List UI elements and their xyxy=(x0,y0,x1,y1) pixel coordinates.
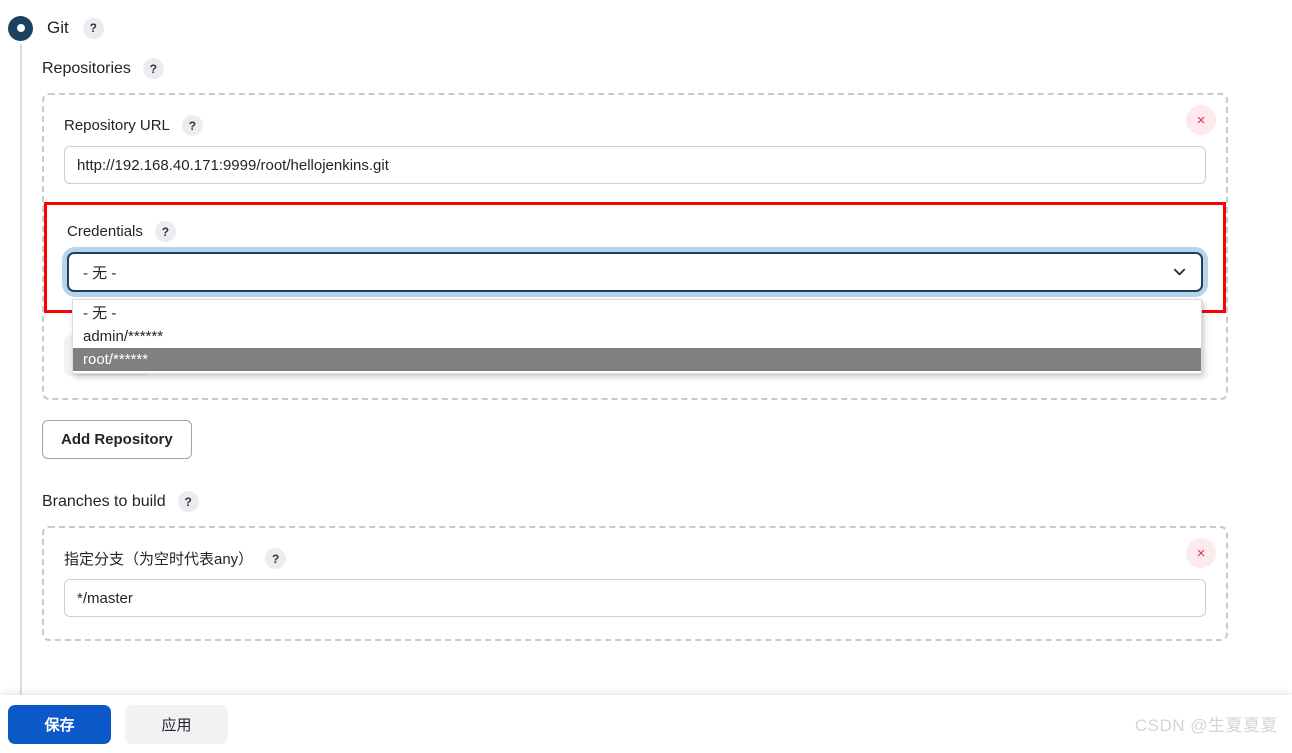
repository-url-label-row: Repository URL ? xyxy=(64,115,1206,136)
repository-block: × Repository URL ? Credentials ? - 无 - xyxy=(42,93,1228,400)
branches-label: Branches to build xyxy=(42,492,166,510)
branches-title-row: Branches to build ? xyxy=(42,491,1292,512)
repositories-title-row: Repositories ? xyxy=(42,58,1292,79)
credentials-help-icon[interactable]: ? xyxy=(154,221,176,242)
credentials-option[interactable]: admin/****** xyxy=(73,325,1201,348)
form-action-bar: 保存 应用 xyxy=(0,695,1292,753)
scm-git-option-row[interactable]: Git ? xyxy=(0,0,1292,44)
chevron-down-icon xyxy=(1172,265,1187,280)
repository-url-label: Repository URL xyxy=(64,117,170,134)
credentials-label-row: Credentials ? xyxy=(67,221,1203,242)
radio-dot-icon xyxy=(16,24,25,32)
scm-git-label: Git xyxy=(47,18,69,37)
credentials-select[interactable]: - 无 - xyxy=(67,252,1203,292)
credentials-option[interactable]: - 无 - xyxy=(73,302,1201,325)
branch-specifier-input[interactable] xyxy=(64,579,1206,617)
scm-git-help-icon[interactable]: ? xyxy=(82,17,104,39)
repositories-help-icon[interactable]: ? xyxy=(142,58,164,79)
repository-url-input[interactable] xyxy=(64,146,1206,184)
remove-branch-button[interactable]: × xyxy=(1186,538,1216,568)
repository-url-help-icon[interactable]: ? xyxy=(181,115,203,136)
credentials-options-list[interactable]: - 无 - admin/****** root/****** xyxy=(72,299,1202,374)
branch-block: × 指定分支（为空时代表any） ? xyxy=(42,526,1228,641)
credentials-selected-value: - 无 - xyxy=(83,264,117,282)
repositories-label: Repositories xyxy=(42,59,131,77)
credentials-option[interactable]: root/****** xyxy=(73,348,1201,371)
remove-repository-button[interactable]: × xyxy=(1186,105,1216,135)
branches-help-icon[interactable]: ? xyxy=(177,491,199,512)
watermark: CSDN @生夏夏夏 xyxy=(1134,716,1278,735)
credentials-select-shell: - 无 - - 无 - admin/****** root/****** xyxy=(67,252,1203,374)
page-scroll-area[interactable]: Git ? Repositories ? × Repository URL ? … xyxy=(0,0,1292,753)
scm-git-radio[interactable] xyxy=(8,15,33,41)
save-button[interactable]: 保存 xyxy=(8,704,111,744)
branch-specifier-label: 指定分支（为空时代表any） xyxy=(64,551,254,568)
credentials-annotation-box: Credentials ? - 无 - - 无 - admin/****** r… xyxy=(44,202,1226,374)
branch-specifier-label-row: 指定分支（为空时代表any） ? xyxy=(64,548,1206,569)
add-repository-button[interactable]: Add Repository xyxy=(42,420,192,459)
credentials-label: Credentials xyxy=(67,223,143,240)
git-settings-group: Repositories ? × Repository URL ? Creden… xyxy=(20,44,1292,731)
branch-specifier-help-icon[interactable]: ? xyxy=(265,548,287,569)
apply-button[interactable]: 应用 xyxy=(125,704,228,744)
